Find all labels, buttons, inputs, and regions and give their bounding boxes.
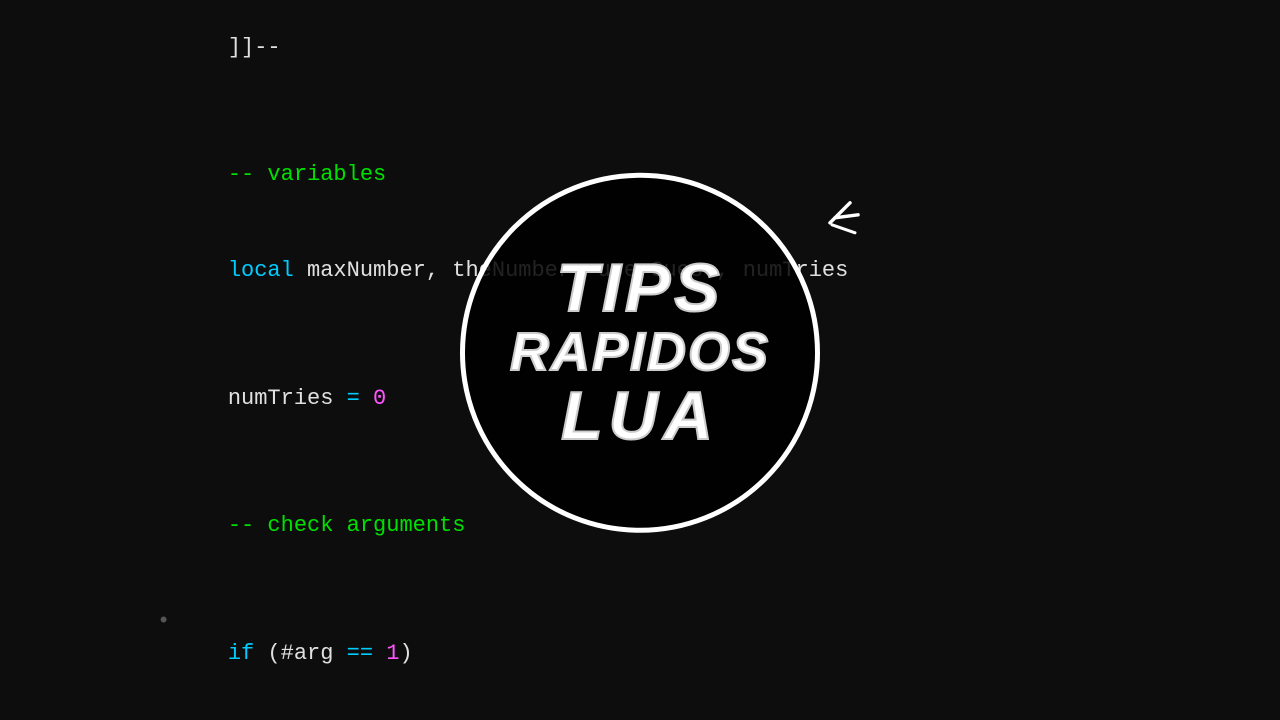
code-line-9: • if (#arg == 1)	[175, 574, 1260, 702]
logo-rapidos: RAPIDOS	[510, 324, 770, 381]
sparks-decoration	[800, 193, 860, 253]
code-line-10: then	[175, 702, 1260, 720]
code-line-1: ]]--	[175, 0, 1260, 96]
logo-tips: TIPS	[510, 253, 770, 324]
code-line-2	[175, 96, 1260, 128]
logo-lua: LUA	[510, 381, 770, 452]
logo-overlay: TIPS RAPIDOS LUA	[460, 173, 820, 533]
logo-text-block: TIPS RAPIDOS LUA	[510, 253, 770, 452]
